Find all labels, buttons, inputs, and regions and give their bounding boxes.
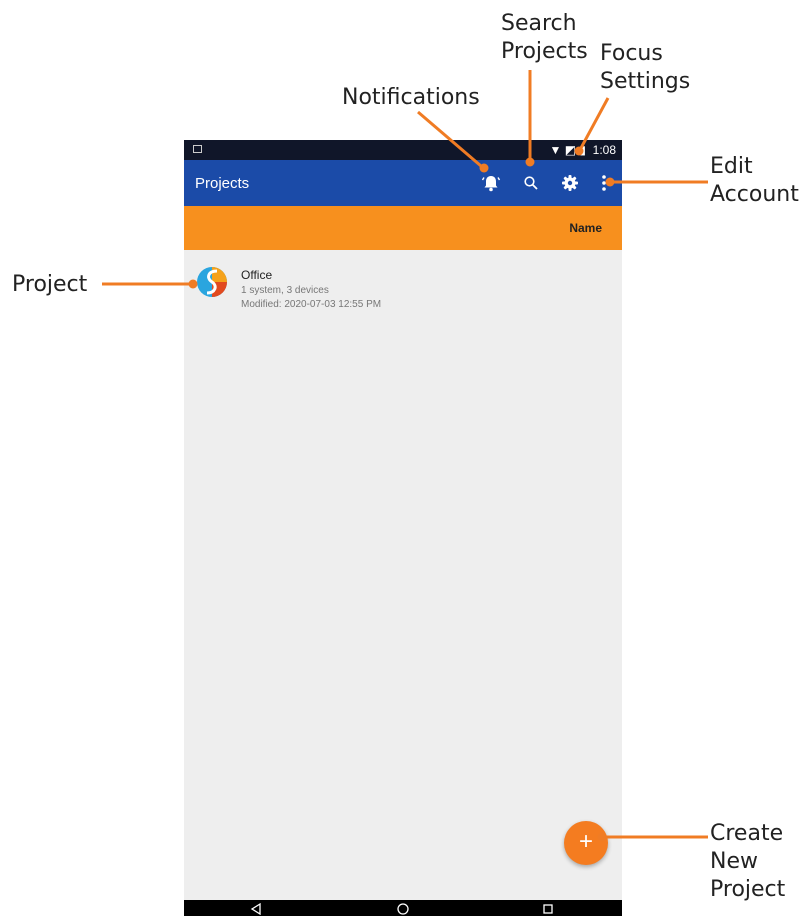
edit-account-callout-dot	[605, 177, 615, 187]
annotation-lines	[102, 70, 708, 842]
project-callout-dot	[188, 279, 198, 289]
search-callout-dot	[525, 157, 535, 167]
create-callout-dot	[597, 832, 607, 842]
focus-callout-dot	[574, 146, 584, 156]
notifications-callout-dot	[479, 163, 489, 173]
